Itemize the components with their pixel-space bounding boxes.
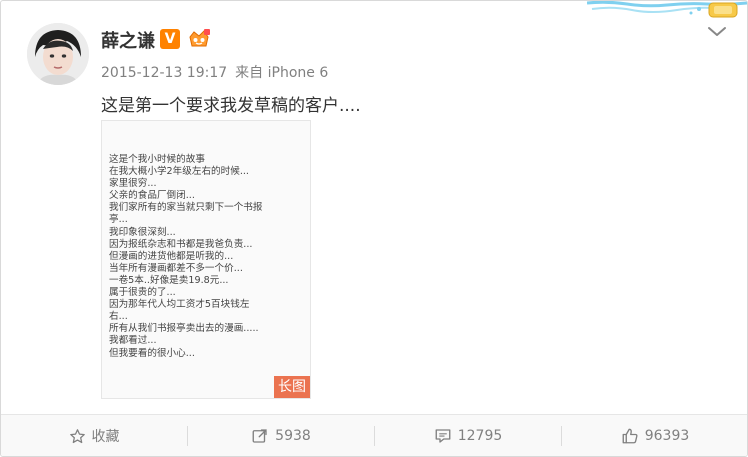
action-bar: 收藏 5938 12795 96393 [1, 414, 747, 456]
long-image-line: 因为报纸杂志和书都是我爸负责... [109, 238, 253, 250]
source-prefix: 来自 [235, 65, 264, 81]
long-image-line: 属于很贵的了... [109, 287, 176, 299]
like-count: 96393 [644, 428, 690, 444]
post-text: 这是第一个要求我发草稿的客户.... [101, 96, 361, 116]
long-image-line: 亭... [109, 214, 128, 226]
long-image-line: 父亲的食品厂倒闭... [109, 190, 195, 202]
long-image-line: 一卷5本..好像是卖19.8元... [109, 274, 229, 286]
like-button[interactable]: 96393 [562, 415, 747, 456]
author-name[interactable]: 薛之谦 [101, 27, 155, 53]
post-source[interactable]: iPhone 6 [268, 65, 329, 81]
long-image-line: 右... [109, 311, 128, 323]
avatar[interactable] [27, 23, 89, 85]
long-image-line: 家里很穷... [109, 178, 157, 190]
long-image-line: 在我大概小学2年级左右的时候... [109, 166, 249, 178]
avatar-portrait-icon [27, 23, 89, 85]
favorite-label: 收藏 [91, 429, 120, 445]
long-image-text: 这是个我小时候的故事 在我大概小学2年级左右的时候... 家里很穷... 父亲的食品厂… [109, 154, 309, 360]
comment-button[interactable]: 12795 [375, 415, 561, 456]
chevron-down-icon[interactable] [706, 25, 728, 39]
weibo-post-card: 薛之谦 V 2015-12-13 19:17 来自 iPhone 6 这是第一个要… [0, 0, 748, 457]
post-timestamp[interactable]: 2015-12-13 19:17 [101, 65, 227, 81]
long-image-line: 因为那年代人均工资才5百块钱左 [109, 299, 250, 311]
repost-count: 5938 [275, 428, 311, 444]
comment-icon [435, 429, 451, 443]
long-image-line: 我们家所有的家当就只剩下一个书报 [109, 202, 263, 214]
thumbs-up-icon [622, 428, 638, 444]
verified-badge-icon: V [160, 29, 180, 49]
post-meta: 2015-12-13 19:17 来自 iPhone 6 [101, 62, 328, 82]
long-image-line: 当年所有漫画都差不多一个价... [109, 262, 243, 274]
comment-count: 12795 [457, 428, 503, 444]
repost-button[interactable]: 5938 [188, 415, 374, 456]
favorite-button[interactable]: 收藏 [1, 415, 187, 456]
member-crown-icon [189, 29, 210, 47]
star-icon [69, 428, 85, 443]
long-image-line: 所有从我们书报亭卖出去的漫画..... [109, 323, 259, 335]
repost-icon [252, 429, 267, 443]
long-image-line: 但我要看的很小心... [109, 347, 195, 359]
long-image-line: 我都看过... [109, 335, 157, 347]
long-image-badge: 长图 [274, 376, 310, 398]
long-image-line: 这是个我小时候的故事 [109, 154, 205, 165]
long-image-line: 我印象很深刻... [109, 226, 176, 238]
long-image-thumbnail[interactable]: 这是个我小时候的故事 在我大概小学2年级左右的时候... 家里很穷... 父亲的食品厂… [101, 120, 311, 399]
long-image-line: 但漫画的进货他都是听我的... [109, 250, 234, 262]
